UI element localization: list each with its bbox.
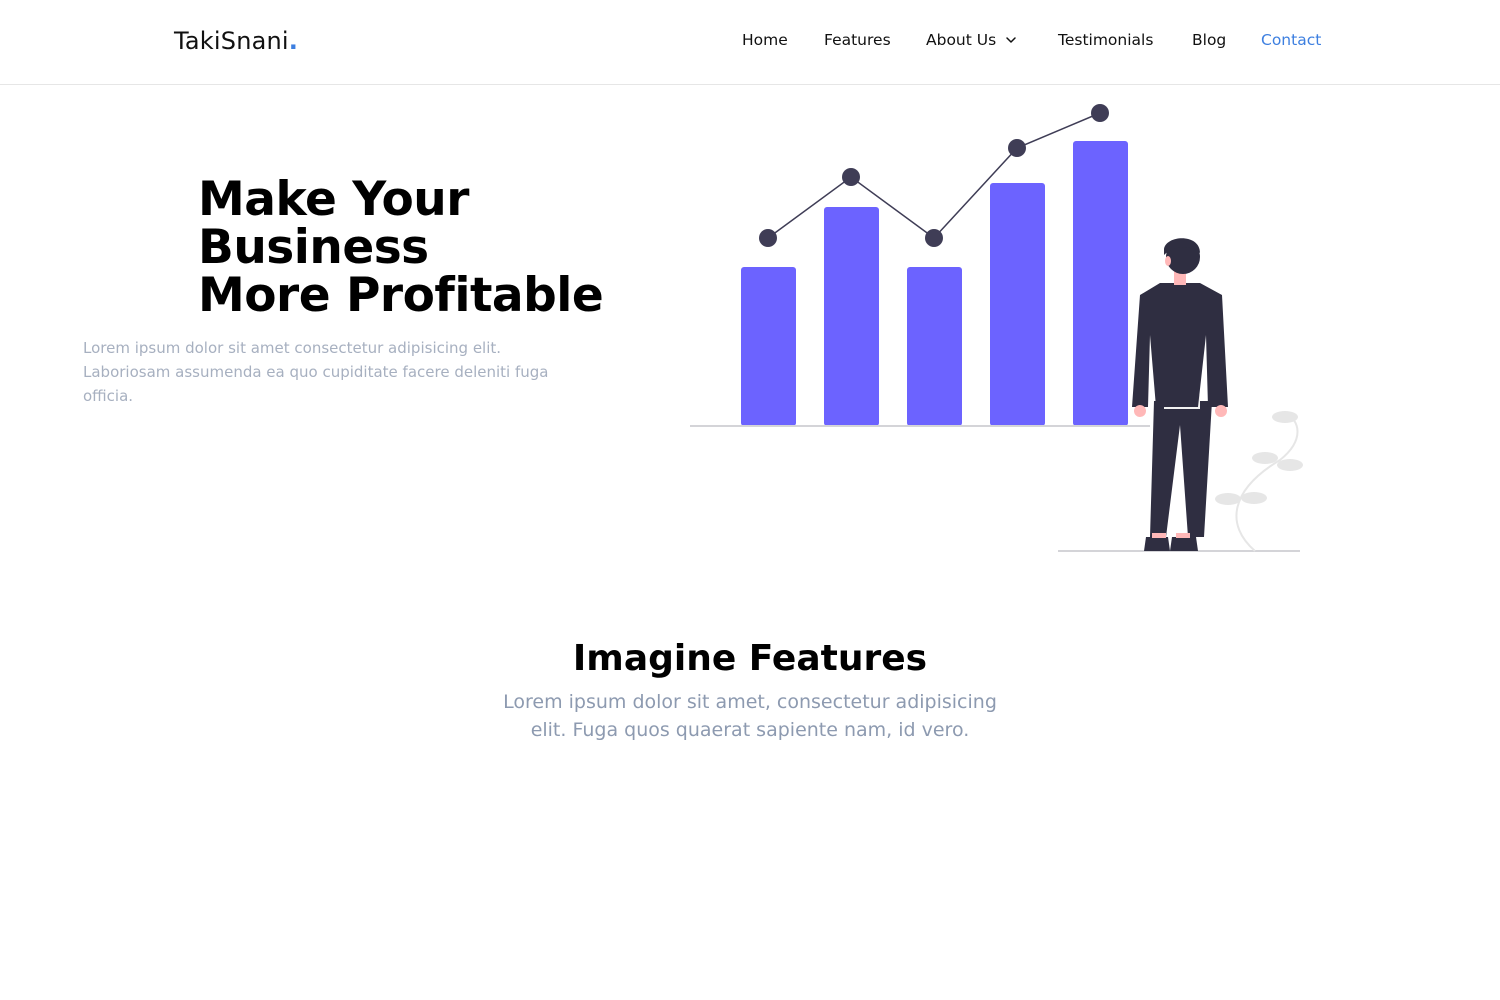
person-icon [1132,238,1228,551]
hero-title-line: Business [198,220,429,275]
hero-title-line: More Profitable [198,268,604,323]
chevron-down-icon [1006,37,1016,43]
features-title: Imagine Features [572,638,928,679]
chart-bars [741,141,1128,426]
chart-bar [824,207,879,426]
nav-item-testimonials[interactable]: Testimonials [1058,31,1153,49]
growth-chart-illustration [690,104,1303,552]
nav-item-about-us[interactable]: About Us [926,31,1018,49]
hero-title: Make Your Business More Profitable [198,176,668,320]
nav-item-contact[interactable]: Contact [1261,31,1321,49]
chart-bar [990,183,1045,426]
trend-point [1008,139,1026,157]
plant-icon [1215,411,1303,552]
trend-point [925,229,943,247]
nav-item-blog[interactable]: Blog [1192,31,1226,49]
main-nav: Home Features About Us Testimonials Blog… [0,31,1500,55]
hero-title-line: Make Your [198,172,469,227]
nav-item-about-us-label: About Us [926,31,997,49]
nav-item-features[interactable]: Features [824,31,891,49]
chart-bar [1073,141,1128,426]
site-header: TakiSnani. Home Features About Us Testim… [0,0,1500,85]
chart-bar [741,267,796,426]
hero-description: Lorem ipsum dolor sit amet consectetur a… [83,339,549,405]
chart-bar [907,267,962,426]
trend-point [842,168,860,186]
trend-line [767,112,1101,240]
trend-point [759,229,777,247]
nav-item-home[interactable]: Home [742,31,788,49]
trend-point [1091,104,1109,122]
features-description: Lorem ipsum dolor sit amet, consectetur … [503,691,997,741]
